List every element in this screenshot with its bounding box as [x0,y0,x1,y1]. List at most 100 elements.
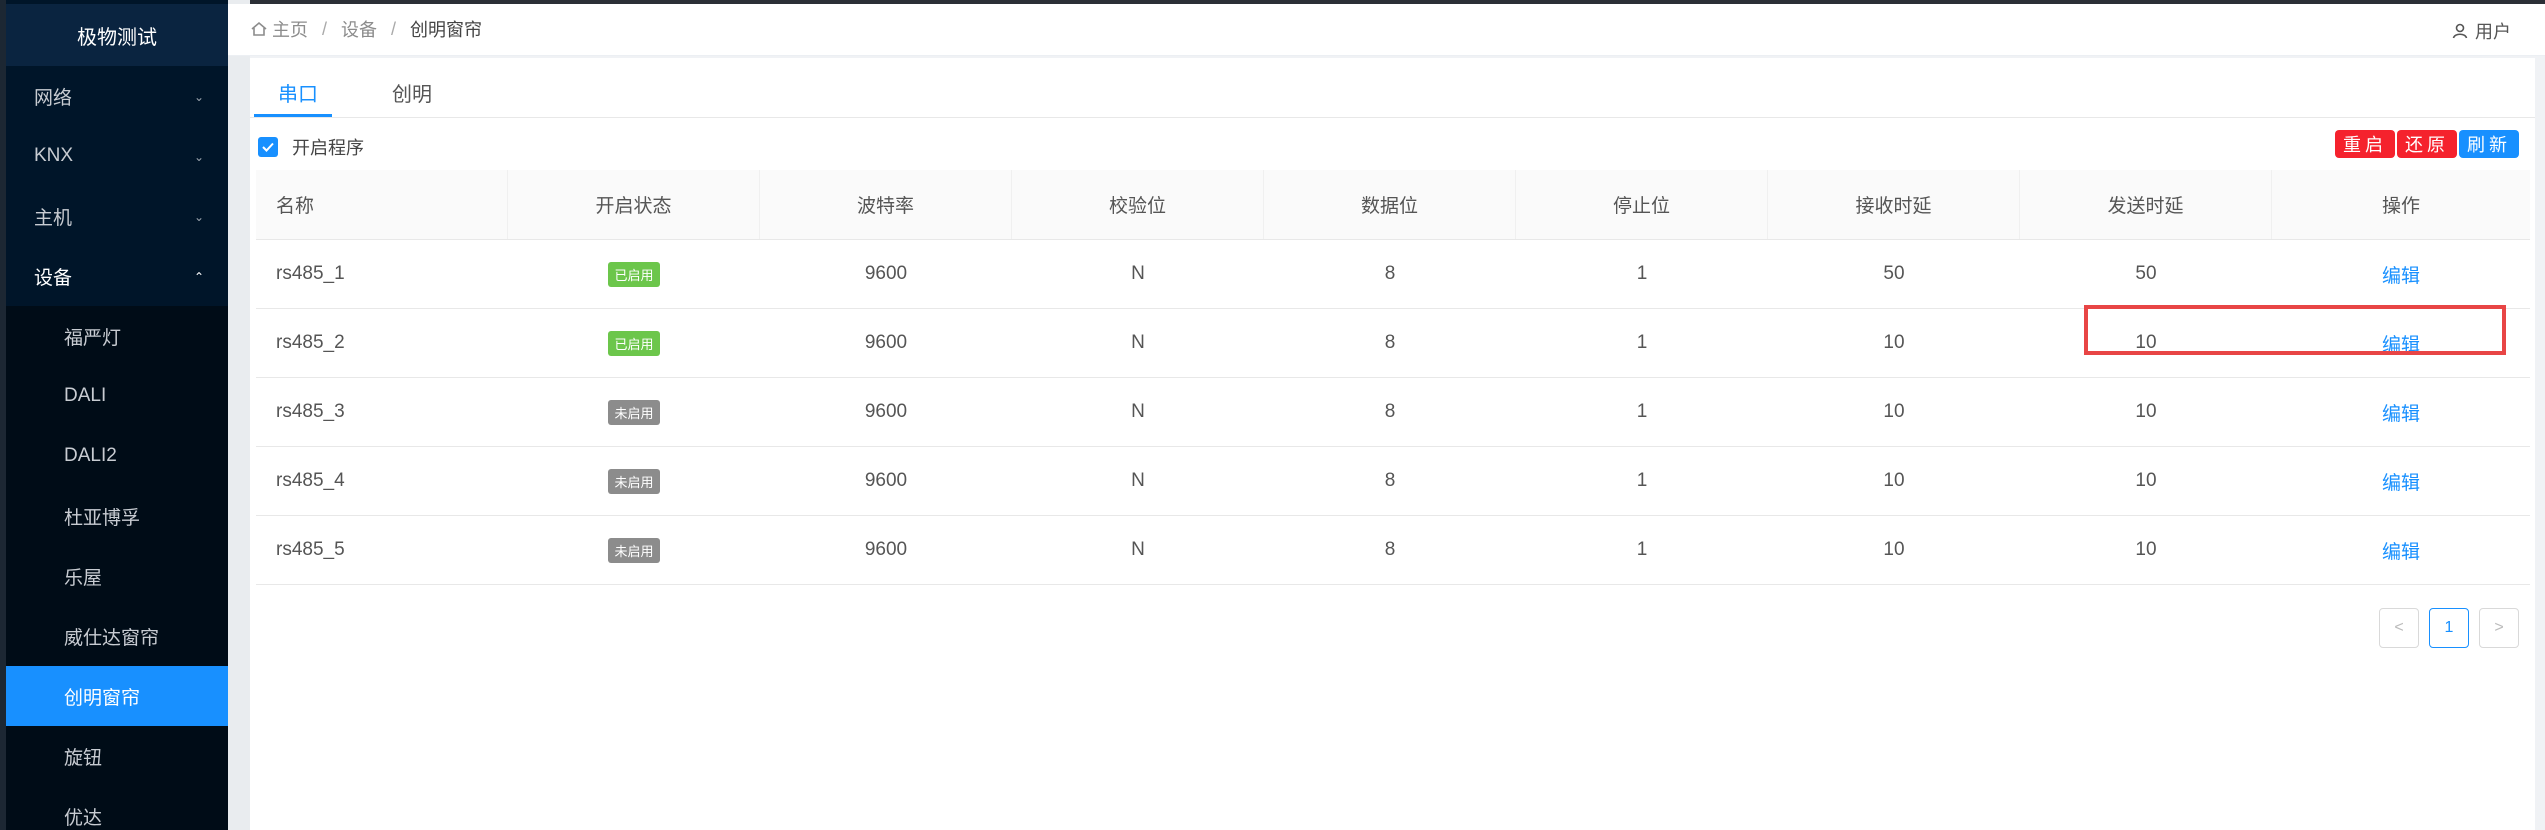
col-header-rx-delay: 接收时延 [1768,170,2020,239]
page-number-button[interactable]: 1 [2429,608,2469,648]
cell-databits: 8 [1384,470,1396,491]
action-buttons: 重启 还原 刷新 [2333,130,2519,158]
content-gutter [228,0,250,830]
status-badge: 已启用 [608,330,660,356]
table-row: rs485_5 未启用 9600 N 8 1 10 10 编辑 [256,516,2530,585]
edit-link[interactable]: 编辑 [2382,468,2420,495]
edit-link[interactable]: 编辑 [2382,261,2420,288]
cell-databits: 8 [1384,332,1396,353]
sidebar-subitem[interactable]: 优达 [6,786,228,830]
next-page-button[interactable]: > [2479,608,2519,648]
tab-serial[interactable]: 串口 [276,78,320,107]
cell-rx-delay: 10 [1883,332,1905,353]
sidebar-subitem[interactable]: 威仕达窗帘 [6,606,228,666]
cell-actions: 编辑 [2272,378,2530,446]
cell-actions: 编辑 [2272,309,2530,377]
col-header-databits: 数据位 [1264,170,1516,239]
tab-active-indicator [254,114,332,117]
restore-button[interactable]: 还原 [2397,130,2457,158]
cell-baud: 9600 [864,539,908,560]
edit-link[interactable]: 编辑 [2382,330,2420,357]
cell-actions: 编辑 [2272,516,2530,584]
sidebar-item-label: 网络 [34,87,73,109]
check-icon [262,142,274,152]
sidebar-subitem[interactable]: 乐屋 [6,546,228,606]
sidebar-item-label: 设备 [34,267,73,289]
cell-databits: 8 [1384,263,1396,284]
col-header-status: 开启状态 [508,170,760,239]
cell-status: 未启用 [508,516,760,584]
cell-name: rs485_2 [276,332,345,353]
cell-rx-delay: 10 [1883,470,1905,491]
cell-tx-delay: 10 [2135,332,2157,353]
sidebar-item-label: 主机 [34,207,73,229]
status-badge: 已启用 [608,261,660,287]
enable-program-checkbox[interactable] [258,137,278,157]
sidebar-subitem-active[interactable]: 创明窗帘 [6,666,228,726]
cell-status: 已启用 [508,240,760,308]
sidebar-subitem[interactable]: 旋钮 [6,726,228,786]
sidebar-subitem[interactable]: DALI2 [6,426,228,486]
status-badge: 未启用 [608,399,660,425]
enable-program-row[interactable]: 开启程序 [258,134,364,160]
cell-baud: 9600 [864,470,908,491]
tab-chuangming[interactable]: 创明 [390,78,434,107]
status-badge: 未启用 [608,537,660,563]
sidebar-item-knx[interactable]: KNX ⌄ [6,126,228,186]
status-badge: 未启用 [608,468,660,494]
cell-rx-delay: 10 [1883,401,1905,422]
table-row: rs485_4 未启用 9600 N 8 1 10 10 编辑 [256,447,2530,516]
col-header-stopbits: 停止位 [1516,170,1768,239]
col-header-parity: 校验位 [1012,170,1264,239]
sidebar-subitem[interactable]: DALI [6,366,228,426]
cell-name: rs485_5 [276,539,345,560]
cell-stopbits: 1 [1636,263,1648,284]
breadcrumb-separator: / [322,18,328,39]
sidebar-item-network[interactable]: 网络 ⌄ [6,66,228,126]
user-label: 用户 [2475,22,2511,42]
sidebar-item-devices[interactable]: 设备 ⌃ [6,246,228,306]
cell-name: rs485_3 [276,401,345,422]
main-content: 串口 创明 开启程序 重启 还原 刷新 名称 开启状态 波特率 校验位 数据位 … [250,58,2535,830]
user-icon [2452,23,2468,39]
refresh-button[interactable]: 刷新 [2459,130,2519,158]
cell-databits: 8 [1384,539,1396,560]
table-row: rs485_2 已启用 9600 N 8 1 10 10 编辑 [256,309,2530,378]
app-brand: 极物测试 [6,4,228,66]
breadcrumb-devices[interactable]: 设备 [341,16,377,42]
prev-page-button[interactable]: < [2379,608,2419,648]
cell-baud: 9600 [864,332,908,353]
cell-stopbits: 1 [1636,332,1648,353]
cell-name: rs485_4 [276,470,345,491]
cell-tx-delay: 10 [2135,470,2157,491]
edit-link[interactable]: 编辑 [2382,537,2420,564]
cell-actions: 编辑 [2272,240,2530,308]
table-row: rs485_1 已启用 9600 N 8 1 50 50 编辑 [256,240,2530,309]
cell-parity: N [1131,401,1145,422]
sidebar-subitem[interactable]: 杜亚博孚 [6,486,228,546]
breadcrumb-home[interactable]: 主页 [272,16,308,42]
col-header-baud: 波特率 [760,170,1012,239]
sidebar-item-host[interactable]: 主机 ⌄ [6,186,228,246]
restart-button[interactable]: 重启 [2335,130,2395,158]
col-header-name: 名称 [256,170,508,239]
cell-status: 未启用 [508,378,760,446]
breadcrumb: 主页 / 设备 / 创明窗帘 [250,16,482,42]
edit-link[interactable]: 编辑 [2382,399,2420,426]
cell-parity: N [1131,539,1145,560]
cell-baud: 9600 [864,263,908,284]
top-header: 主页 / 设备 / 创明窗帘 用户 [228,4,2545,56]
enable-program-label: 开启程序 [292,138,364,158]
cell-stopbits: 1 [1636,401,1648,422]
sidebar-subitem[interactable]: 福严灯 [6,306,228,366]
col-header-actions: 操作 [2381,196,2420,217]
chevron-down-icon: ⌄ [193,150,204,164]
sidebar-item-label: KNX [34,145,74,166]
cell-databits: 8 [1384,401,1396,422]
chevron-up-icon: ⌃ [193,270,204,284]
sidebar-submenu-devices: 福严灯 DALI DALI2 杜亚博孚 乐屋 威仕达窗帘 创明窗帘 旋钮 优达 [6,306,228,830]
sidebar: 极物测试 网络 ⌄ KNX ⌄ 主机 ⌄ 设备 ⌃ 福严灯 DALI DALI2… [0,0,228,830]
cell-tx-delay: 10 [2135,401,2157,422]
user-menu[interactable]: 用户 [2451,18,2511,44]
table-header: 名称 开启状态 波特率 校验位 数据位 停止位 接收时延 发送时延 操作 [256,170,2530,240]
